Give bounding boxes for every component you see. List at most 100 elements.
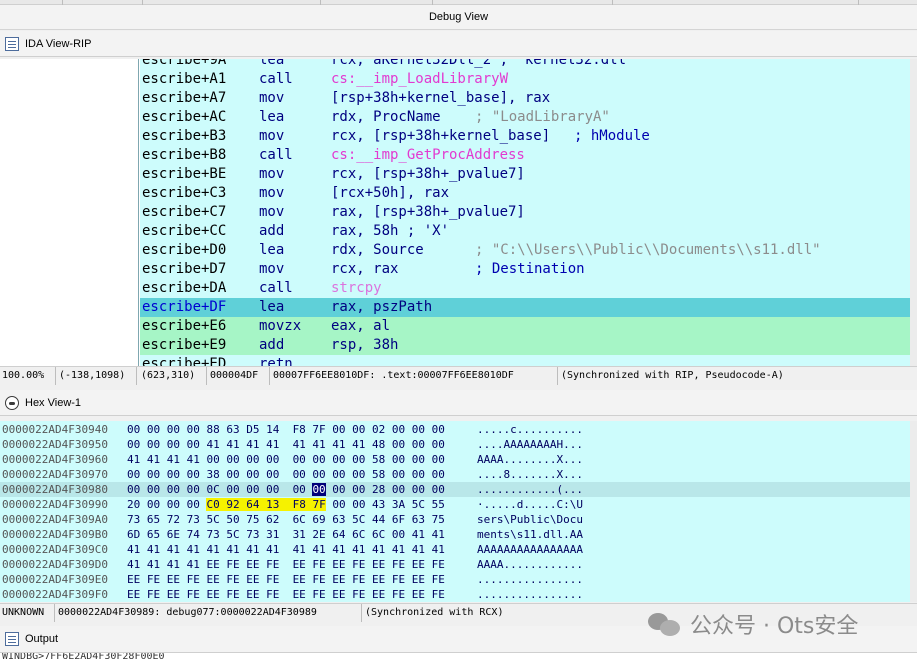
ida-code-area[interactable]: escribe+9A lea rcx, aKernel32Dll_2 ; "ke… [140,59,910,366]
asm-operands: [rsp+38h+kernel_base], rax [331,90,551,106]
hex-address: 0000022AD4F30970 [2,468,108,481]
hex-row[interactable]: 0000022AD4F309E0 EE FE EE FE EE FE EE FE… [0,572,917,587]
asm-line[interactable]: escribe+D7 mov rcx, rax ; Destination [140,260,910,279]
hex-bytes: 20 00 00 00 C0 92 64 13 F8 7F 00 00 43 3… [127,498,445,511]
asm-comment: ; "C:\\Users\\Public\\Documents\\s11.dll… [475,242,821,258]
asm-address: escribe+E6 [142,318,227,334]
asm-mnemonic: call [259,280,293,296]
hex-bytes: 00 00 00 00 38 00 00 00 00 00 00 00 58 0… [127,468,445,481]
hex-type: UNKNOWN [0,604,55,622]
asm-line[interactable]: escribe+ED retn [140,355,910,366]
output-text: WINDBG>7FF6E2AD4F30F28F00E0 [0,653,917,661]
hex-highlight-bytes: C0 92 64 13 F8 7F [206,498,326,511]
tab-ida-view-label: IDA View-RIP [25,38,92,50]
asm-mnemonic: mov [259,185,285,201]
hex-ascii: AAAAAAAAAAAAAAAA [477,543,583,556]
tab-hex-view[interactable]: Hex View-1 [0,390,917,416]
hex-row[interactable]: 0000022AD4F309D0 41 41 41 41 EE FE EE FE… [0,557,917,572]
hex-address: 0000022AD4F30980 [2,483,108,496]
asm-mnemonic: mov [259,204,285,220]
asm-line-current[interactable]: escribe+DF lea rax, pszPath [140,298,910,317]
asm-line[interactable]: escribe+AC lea rdx, ProcName ; "LoadLibr… [140,108,910,127]
hex-dump-view[interactable]: 0000022AD4F30940 00 00 00 00 88 63 D5 14… [0,421,917,602]
file-offset: 000004DF [208,367,270,385]
graph-coords: (-138,1098) [57,367,137,385]
hex-bytes: 41 41 41 41 41 41 41 41 41 41 41 41 41 4… [127,543,445,556]
asm-line[interactable]: escribe+A1 call cs:__imp_LoadLibraryW [140,70,910,89]
hex-address: 0000022AD4F309F0 [2,588,108,601]
asm-operands: rax, pszPath [331,299,433,315]
hex-row[interactable]: 0000022AD4F309C0 41 41 41 41 41 41 41 41… [0,542,917,557]
hex-address: 0000022AD4F309C0 [2,543,108,556]
ida-disassembly-view[interactable]: escribe+9A lea rcx, aKernel32Dll_2 ; "ke… [0,59,917,366]
asm-operands: cs:__imp_GetProcAddress [331,147,525,163]
asm-line[interactable]: escribe+A7 mov [rsp+38h+kernel_base], ra… [140,89,910,108]
hex-row[interactable]: 0000022AD4F30950 00 00 00 00 41 41 41 41… [0,437,917,452]
asm-line[interactable]: escribe+B8 call cs:__imp_GetProcAddress [140,146,910,165]
hex-address: 0000022AD4F30940 [2,423,108,436]
hex-scrollbar[interactable] [910,421,917,602]
asm-mnemonic: lea [259,59,285,68]
cursor-coords: (623,310) [139,367,207,385]
asm-operands: rcx, [rsp+38h+kernel_base] [331,128,551,144]
asm-mnemonic: lea [259,299,285,315]
hex-bytes: 6D 65 6E 74 73 5C 73 31 31 2E 64 6C 6C 0… [127,528,445,541]
asm-mnemonic: mov [259,166,285,182]
hex-ascii: AAAA........X... [477,453,583,466]
hex-sync-status: (Synchronized with RCX) [365,607,504,618]
asm-line[interactable]: escribe+CC add rax, 58h ; 'X' [140,222,910,241]
asm-operands: rdx, ProcName [331,109,441,125]
hex-row-selected[interactable]: 0000022AD4F30980 00 00 00 00 0C 00 00 00… [0,482,917,497]
asm-operands: rsp, 38h [331,337,399,353]
ida-scrollbar[interactable] [910,59,917,366]
asm-line[interactable]: escribe+DA call strcpy [140,279,910,298]
hex-ascii: ments\s11.dll.AA [477,528,583,541]
asm-address: escribe+C7 [142,204,227,220]
asm-mnemonic: lea [259,109,285,125]
wechat-icon [648,609,682,639]
hex-ascii: ....8.......X... [477,468,583,481]
asm-address: escribe+ED [142,356,227,366]
asm-operands: strcpy [331,280,382,296]
asm-operands: eax, al [331,318,391,334]
hex-row[interactable]: 0000022AD4F30990 20 00 00 00 C0 92 64 13… [0,497,917,512]
hex-row[interactable]: 0000022AD4F309B0 6D 65 6E 74 73 5C 73 31… [0,527,917,542]
asm-operands: [rcx+50h], rax [331,185,450,201]
asm-operands: cs:__imp_LoadLibraryW [331,71,509,87]
asm-mnemonic: mov [259,128,285,144]
asm-line[interactable]: escribe+BE mov rcx, [rsp+38h+_pvalue7] [140,165,910,184]
asm-address: escribe+BE [142,166,227,182]
hex-row[interactable]: 0000022AD4F309A0 73 65 72 73 5C 50 75 62… [0,512,917,527]
asm-line[interactable]: escribe+D0 lea rdx, Source ; "C:\\Users\… [140,241,910,260]
ida-status-bar: 100.00% (-138,1098) (623,310) 000004DF 0… [0,366,917,385]
asm-address: escribe+B8 [142,147,227,163]
hex-address: 0000022AD4F30950 [2,438,108,451]
ida-gutter [0,59,139,366]
asm-mnemonic: retn [259,356,293,366]
asm-comment: ; "LoadLibraryA" [475,109,610,125]
hex-ascii: .....c.......... [477,423,583,436]
window-title: Debug View [0,5,917,30]
asm-line[interactable]: escribe+E9 add rsp, 38h [140,336,910,355]
hex-ascii: ................ [477,588,583,601]
output-icon [5,632,19,646]
hex-ascii: ....AAAAAAAAH... [477,438,583,451]
hex-address: 0000022AD4F30960 [2,453,108,466]
asm-mnemonic: call [259,71,293,87]
asm-line[interactable]: escribe+9A lea rcx, aKernel32Dll_2 ; "ke… [140,59,910,70]
hex-address: 0000022AD4F309A0 [2,513,108,526]
tab-output-label: Output [25,633,59,645]
tab-ida-view[interactable]: IDA View-RIP [0,31,917,57]
asm-line[interactable]: escribe+C3 mov [rcx+50h], rax [140,184,910,203]
asm-line[interactable]: escribe+C7 mov rax, [rsp+38h+_pvalue7] [140,203,910,222]
hex-row[interactable]: 0000022AD4F30970 00 00 00 00 38 00 00 00… [0,467,917,482]
asm-operands: rcx, rax [331,261,399,277]
hex-cursor-byte[interactable]: 00 [312,483,326,496]
hex-row[interactable]: 0000022AD4F30960 41 41 41 41 00 00 00 00… [0,452,917,467]
hex-row[interactable]: 0000022AD4F309F0 EE FE EE FE EE FE EE FE… [0,587,917,602]
asm-line[interactable]: escribe+B3 mov rcx, [rsp+38h+kernel_base… [140,127,910,146]
asm-line[interactable]: escribe+E6 movzx eax, al [140,317,910,336]
hex-row[interactable]: 0000022AD4F30940 00 00 00 00 88 63 D5 14… [0,422,917,437]
asm-mnemonic: mov [259,90,285,106]
asm-mnemonic: call [259,147,293,163]
